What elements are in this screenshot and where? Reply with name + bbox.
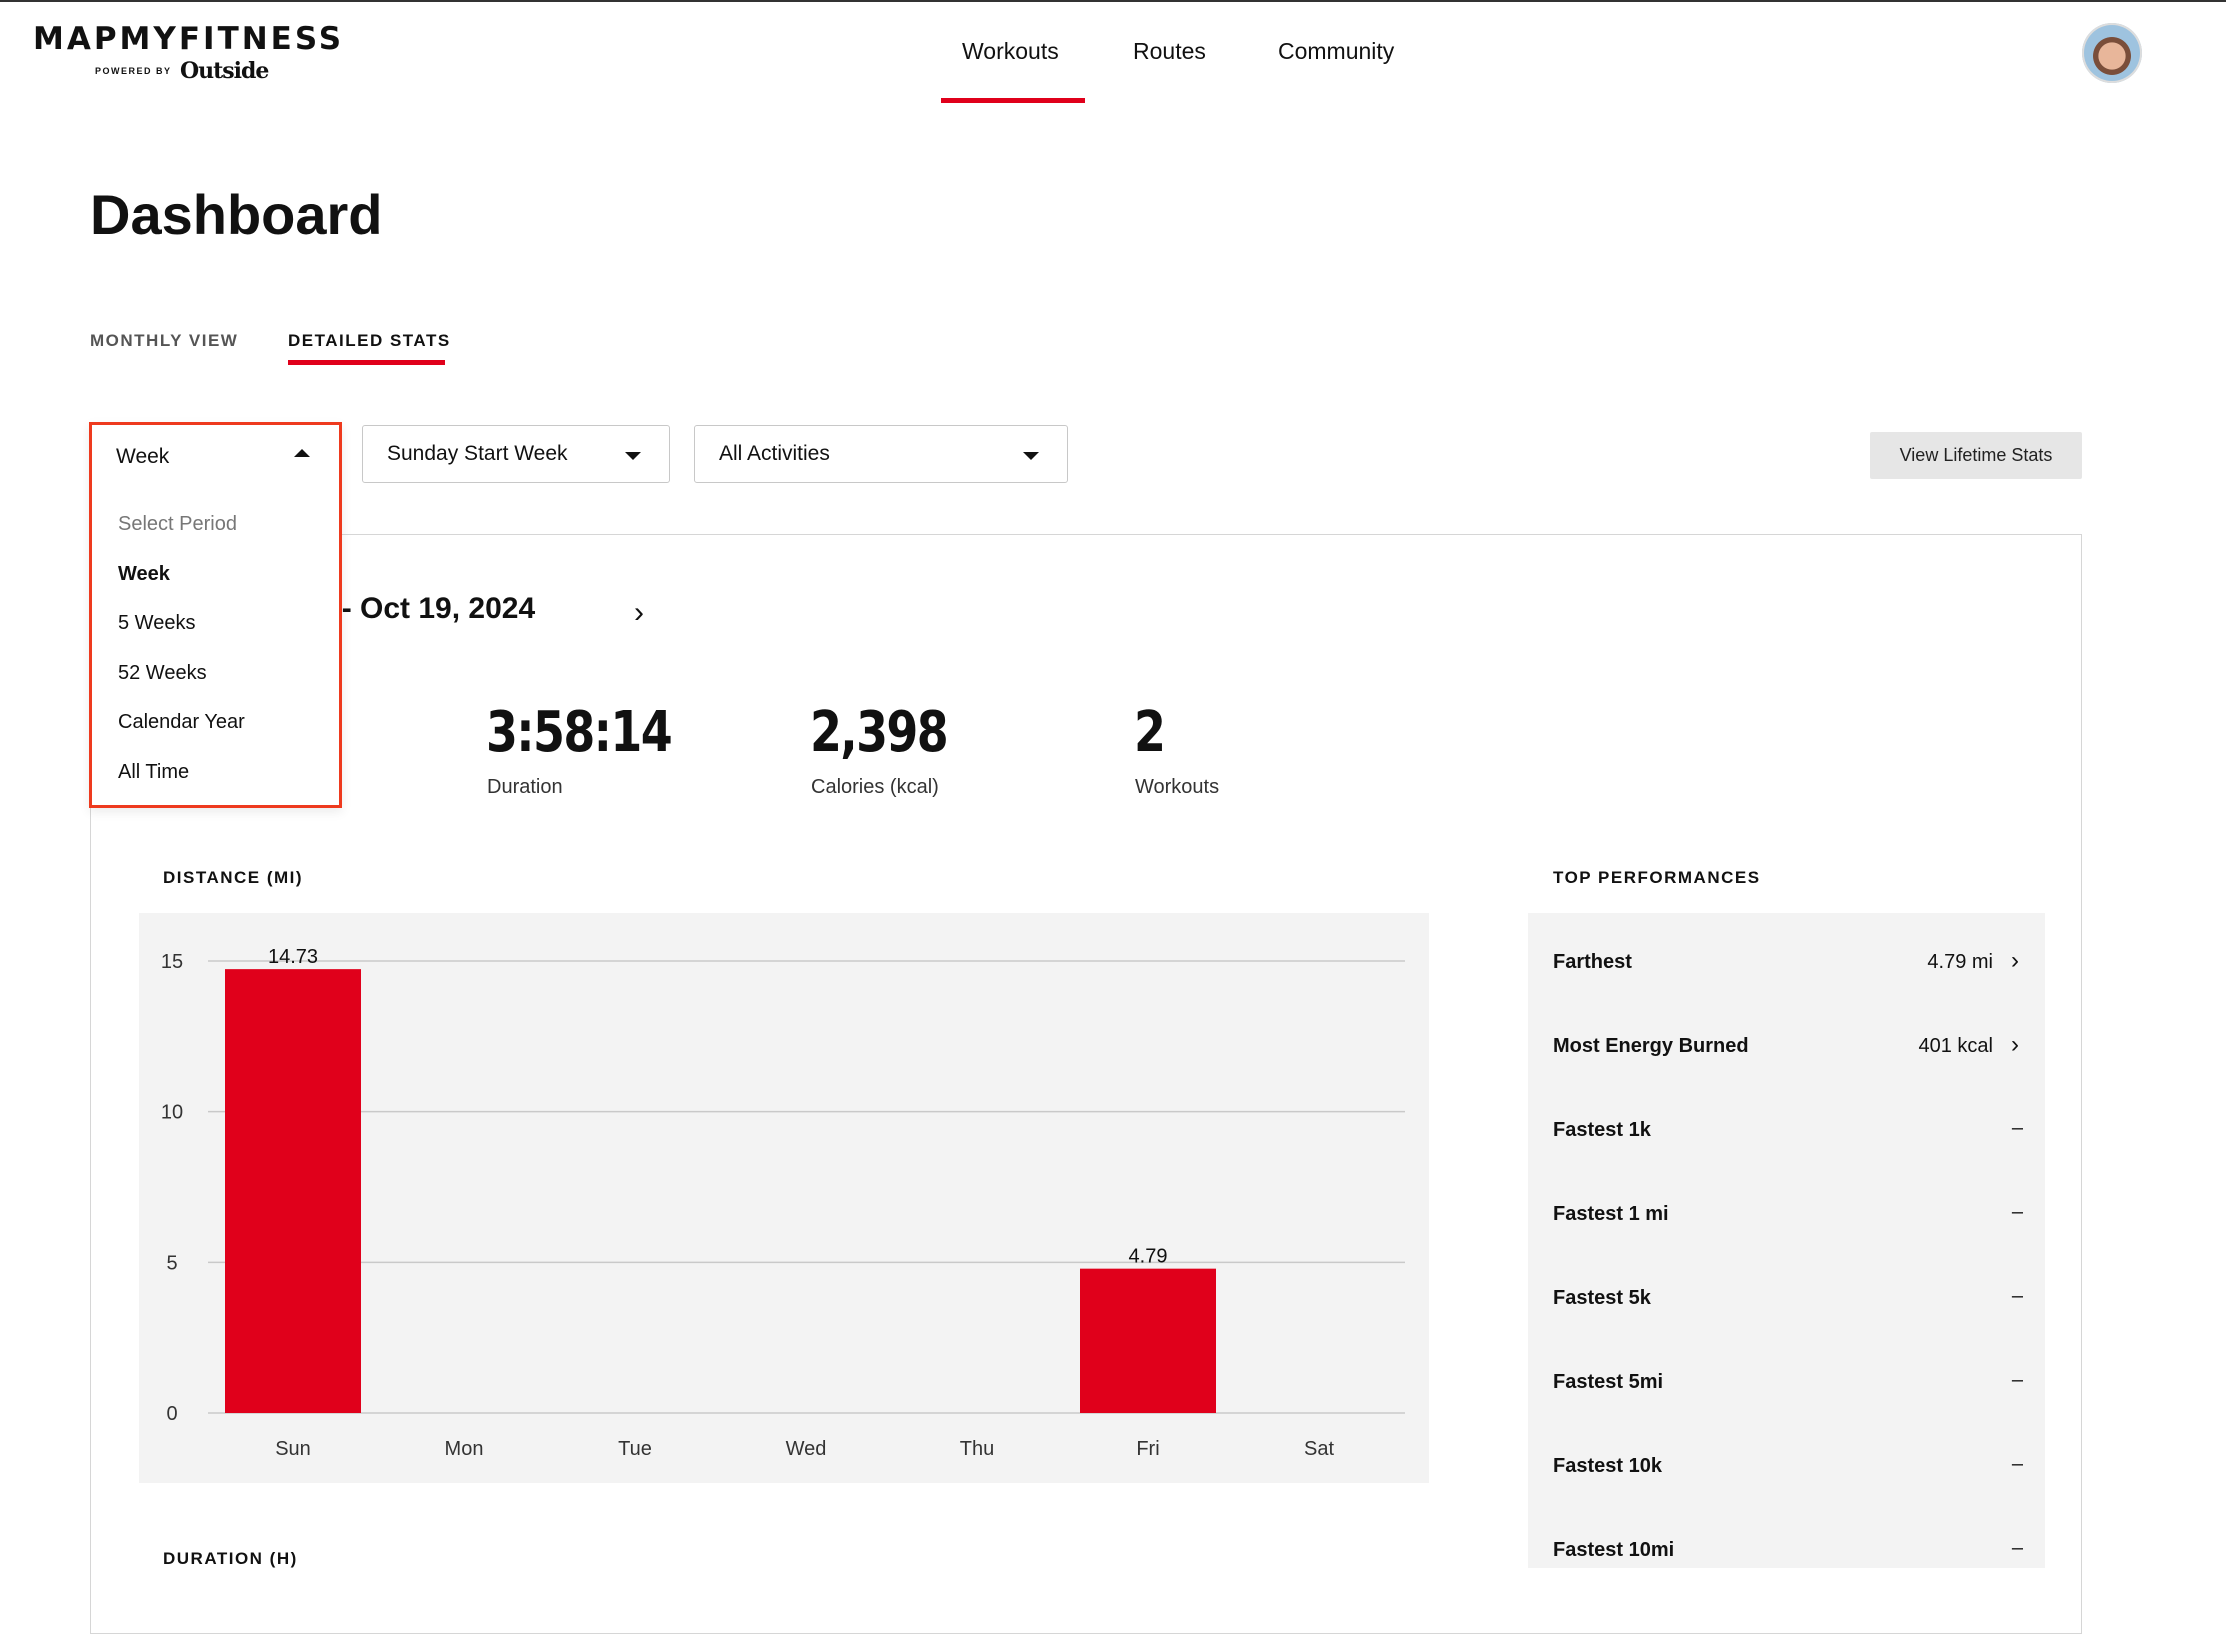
period-option-calendar-year[interactable]: Calendar Year — [118, 711, 245, 734]
performance-row: Fastest 1k – — [1553, 1111, 2023, 1151]
activity-value: All Activities — [719, 442, 830, 465]
duration-chart-title: DURATION (H) — [163, 1549, 298, 1568]
period-option-placeholder: Select Period — [118, 513, 237, 535]
period-value: Week — [116, 445, 170, 468]
performance-name: Fastest 10mi — [1553, 1539, 1675, 1561]
performance-name: Fastest 1 mi — [1553, 1203, 1669, 1225]
performance-value: – — [2011, 1201, 2023, 1223]
y-tick-label: 5 — [166, 1252, 177, 1274]
nav-active-indicator — [941, 98, 1085, 103]
caret-down-icon — [1023, 452, 1039, 460]
period-option-52-weeks[interactable]: 52 Weeks — [118, 662, 207, 685]
week-start-select[interactable]: Sunday Start Week — [362, 425, 670, 483]
performance-name: Fastest 5k — [1553, 1287, 1651, 1309]
performance-row: Fastest 5mi – — [1553, 1363, 2023, 1403]
performance-name: Fastest 10k — [1553, 1455, 1662, 1477]
nav-community[interactable]: Community — [1278, 38, 1394, 65]
distance-chart: 0 5 10 15 14.73 Sun Mon Tue Wed Thu 4.79 Fri Sat — [161, 946, 1405, 1460]
nav-workouts[interactable]: Workouts — [962, 38, 1059, 65]
performance-row: Fastest 10k – — [1553, 1447, 2023, 1487]
performance-value: 4.79 mi — [1927, 951, 1993, 973]
workouts-value: 2 — [1134, 700, 1166, 765]
view-lifetime-stats-button[interactable]: View Lifetime Stats — [1870, 432, 2082, 479]
performance-name: Farthest — [1553, 951, 1632, 973]
y-tick-label: 15 — [161, 951, 183, 973]
activity-select[interactable]: All Activities — [694, 425, 1068, 483]
performance-row[interactable]: Most Energy Burned 401 kcal › — [1553, 1027, 2023, 1067]
performance-value: – — [2011, 1537, 2023, 1559]
tab-detailed-stats[interactable]: DETAILED STATS — [288, 331, 451, 351]
period-option-5-weeks[interactable]: 5 Weeks — [118, 612, 195, 635]
avatar[interactable] — [2082, 23, 2142, 83]
week-start-value: Sunday Start Week — [387, 442, 568, 465]
performance-value: – — [2011, 1453, 2023, 1475]
performance-row: Fastest 1 mi – — [1553, 1195, 2023, 1235]
period-option-week[interactable]: Week — [118, 563, 170, 586]
calories-label: Calories (kcal) — [811, 776, 939, 798]
x-tick-label: Thu — [960, 1438, 994, 1460]
duration-value: 3:58:14 — [486, 700, 673, 765]
x-tick-label: Sat — [1304, 1438, 1334, 1460]
performance-value: – — [2011, 1369, 2023, 1391]
performance-value: 401 kcal — [1918, 1035, 1994, 1057]
page-title: Dashboard — [90, 183, 383, 246]
x-tick-label: Tue — [618, 1438, 652, 1460]
top-performances-title: TOP PERFORMANCES — [1553, 868, 1761, 887]
performance-name: Fastest 5mi — [1553, 1371, 1664, 1393]
caret-down-icon — [625, 452, 641, 460]
performance-row[interactable]: Farthest 4.79 mi › — [1553, 943, 2023, 983]
period-option-all-time[interactable]: All Time — [118, 761, 189, 784]
distance-chart-title: DISTANCE (MI) — [163, 868, 304, 887]
period-select-trigger[interactable]: Week — [92, 425, 339, 485]
nav-routes[interactable]: Routes — [1133, 38, 1206, 65]
chevron-right-icon[interactable]: › — [2011, 947, 2019, 975]
caret-up-icon — [294, 449, 310, 457]
logo[interactable]: MAPMYFITNESS POWERED BY Outside — [33, 21, 345, 84]
logo-wordmark: MAPMYFITNESS — [33, 21, 345, 57]
partner-logo: Outside — [179, 58, 269, 84]
bar-sun — [225, 969, 361, 1413]
data-label: 14.73 — [268, 946, 318, 968]
performance-value: – — [2011, 1117, 2023, 1139]
performance-name: Most Energy Burned — [1553, 1035, 1749, 1057]
x-tick-label: Sun — [275, 1438, 311, 1460]
period-select[interactable]: Week Select Period Week 5 Weeks 52 Weeks… — [89, 422, 342, 808]
calories-value: 2,398 — [810, 700, 949, 765]
chevron-right-icon[interactable]: › — [2011, 1031, 2019, 1059]
tab-monthly-view[interactable]: MONTHLY VIEW — [90, 331, 238, 351]
top-border — [0, 0, 2226, 2]
logo-powered-by: POWERED BY Outside — [95, 58, 269, 84]
performance-row: Fastest 10mi – — [1553, 1531, 2023, 1571]
y-tick-label: 10 — [161, 1102, 183, 1124]
duration-label: Duration — [487, 776, 563, 798]
x-tick-label: Fri — [1136, 1438, 1159, 1460]
powered-by-text: POWERED BY — [95, 66, 172, 76]
performance-name: Fastest 1k — [1553, 1119, 1651, 1141]
performance-value: – — [2011, 1285, 2023, 1307]
data-label: 4.79 — [1129, 1246, 1168, 1268]
tab-active-indicator — [288, 360, 445, 365]
workouts-label: Workouts — [1135, 776, 1220, 798]
x-tick-label: Mon — [445, 1438, 484, 1460]
performance-row: Fastest 5k – — [1553, 1279, 2023, 1319]
chevron-right-icon[interactable]: › — [634, 596, 644, 630]
y-tick-label: 0 — [166, 1403, 177, 1425]
bar-fri — [1080, 1268, 1216, 1413]
x-tick-label: Wed — [786, 1438, 827, 1460]
